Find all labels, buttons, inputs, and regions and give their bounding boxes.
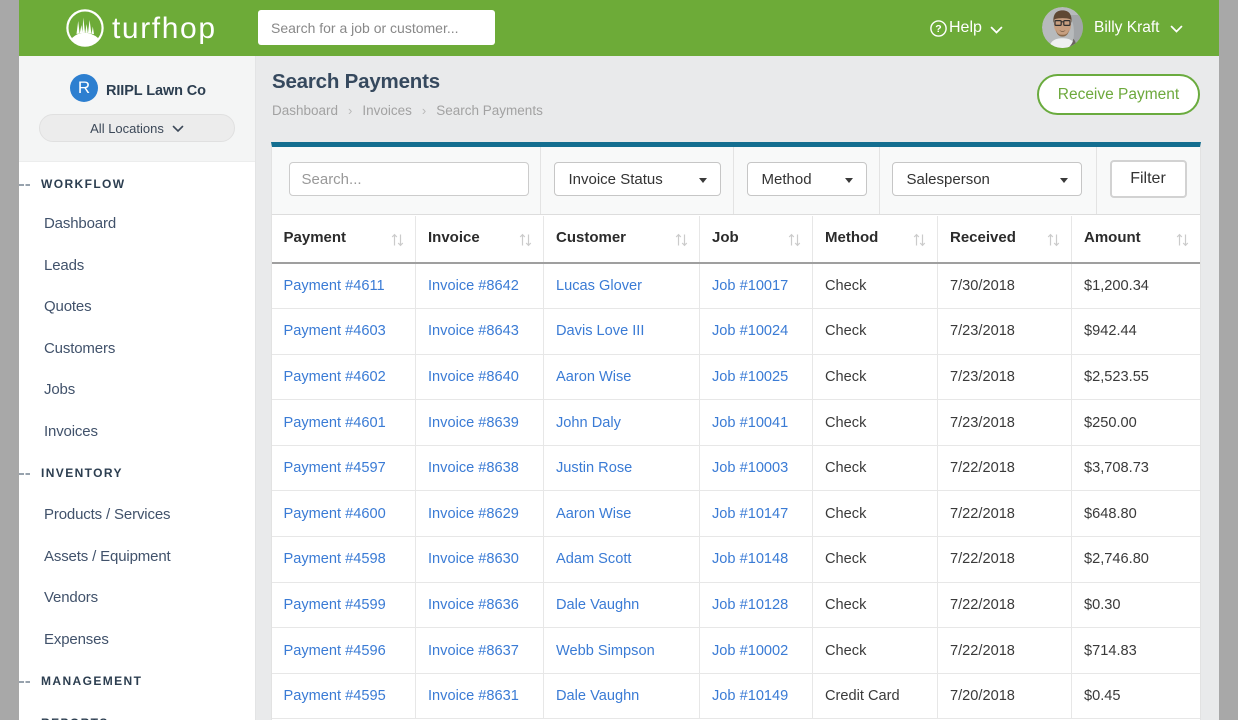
svg-text:?: ? (935, 23, 941, 35)
